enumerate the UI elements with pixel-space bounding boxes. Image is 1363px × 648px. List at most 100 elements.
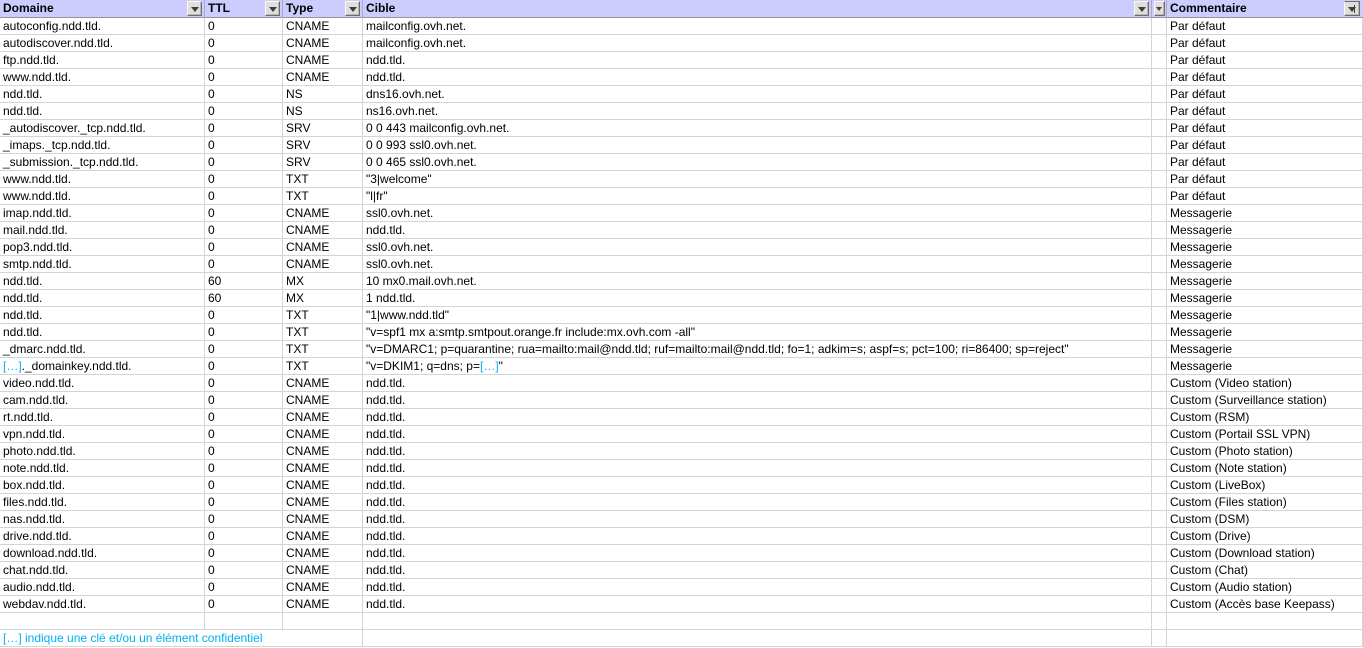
filter-button-type[interactable]	[345, 1, 360, 16]
cell-ttl[interactable]: 0	[205, 103, 283, 120]
cell-ttl[interactable]: 0	[205, 69, 283, 86]
cell-type[interactable]: CNAME	[283, 579, 363, 596]
cell-type[interactable]: SRV	[283, 154, 363, 171]
cell-type[interactable]: CNAME	[283, 460, 363, 477]
cell-extra[interactable]	[1152, 341, 1167, 358]
cell-extra[interactable]	[1152, 222, 1167, 239]
cell-extra[interactable]	[1152, 460, 1167, 477]
cell-ttl[interactable]: 0	[205, 222, 283, 239]
filter-button-domaine[interactable]	[187, 1, 202, 16]
cell-ttl[interactable]: 60	[205, 273, 283, 290]
cell-ttl[interactable]: 0	[205, 239, 283, 256]
cell-cible[interactable]: ndd.tld.	[363, 52, 1152, 69]
cell-extra[interactable]	[1152, 171, 1167, 188]
cell-cible[interactable]: ndd.tld.	[363, 69, 1152, 86]
cell-commentaire[interactable]: Custom (Download station)	[1167, 545, 1363, 562]
cell-extra[interactable]	[1152, 392, 1167, 409]
cell-extra[interactable]	[1152, 273, 1167, 290]
cell-cible[interactable]: 1 ndd.tld.	[363, 290, 1152, 307]
cell-ttl[interactable]: 0	[205, 494, 283, 511]
cell-type[interactable]: CNAME	[283, 545, 363, 562]
cell-type[interactable]: SRV	[283, 120, 363, 137]
cell-ttl[interactable]: 0	[205, 579, 283, 596]
cell-type[interactable]: CNAME	[283, 375, 363, 392]
cell-commentaire[interactable]: Custom (Accès base Keepass)	[1167, 596, 1363, 613]
cell-domaine[interactable]: ndd.tld.	[0, 273, 205, 290]
cell-cible[interactable]: 10 mx0.mail.ovh.net.	[363, 273, 1152, 290]
cell-type[interactable]: CNAME	[283, 256, 363, 273]
cell-ttl[interactable]: 0	[205, 120, 283, 137]
cell-commentaire[interactable]: Custom (Photo station)	[1167, 443, 1363, 460]
cell-cible[interactable]: "3|welcome"	[363, 171, 1152, 188]
cell-cible[interactable]: ssl0.ovh.net.	[363, 239, 1152, 256]
cell-commentaire[interactable]: Messagerie	[1167, 239, 1363, 256]
cell-cible[interactable]: ndd.tld.	[363, 579, 1152, 596]
cell-extra[interactable]	[1152, 52, 1167, 69]
cell-domaine[interactable]: autoconfig.ndd.tld.	[0, 18, 205, 35]
cell-extra[interactable]	[1152, 562, 1167, 579]
cell-type[interactable]: CNAME	[283, 392, 363, 409]
cell-extra[interactable]	[1152, 477, 1167, 494]
cell-extra[interactable]	[1152, 307, 1167, 324]
cell-ttl[interactable]: 0	[205, 171, 283, 188]
cell-type[interactable]: TXT	[283, 171, 363, 188]
cell-cible[interactable]: ndd.tld.	[363, 392, 1152, 409]
cell-ttl[interactable]: 0	[205, 35, 283, 52]
cell-ttl[interactable]: 0	[205, 477, 283, 494]
cell-type[interactable]: CNAME	[283, 52, 363, 69]
cell-extra[interactable]	[1152, 137, 1167, 154]
cell-ttl[interactable]: 0	[205, 154, 283, 171]
cell-domaine[interactable]: ndd.tld.	[0, 103, 205, 120]
column-header-commentaire[interactable]: Commentaire	[1167, 0, 1363, 18]
cell-extra[interactable]	[1152, 188, 1167, 205]
cell-type[interactable]: CNAME	[283, 239, 363, 256]
cell-commentaire[interactable]: Par défaut	[1167, 52, 1363, 69]
cell-ttl[interactable]: 0	[205, 545, 283, 562]
cell-commentaire[interactable]: Custom (Drive)	[1167, 528, 1363, 545]
cell-domaine[interactable]: download.ndd.tld.	[0, 545, 205, 562]
cell-commentaire[interactable]: Par défaut	[1167, 120, 1363, 137]
cell-domaine[interactable]: […]._domainkey.ndd.tld.	[0, 358, 205, 375]
cell-commentaire[interactable]: Par défaut	[1167, 188, 1363, 205]
cell-ttl[interactable]: 0	[205, 511, 283, 528]
cell-ttl[interactable]: 0	[205, 341, 283, 358]
cell-domaine[interactable]: webdav.ndd.tld.	[0, 596, 205, 613]
cell-domaine[interactable]: www.ndd.tld.	[0, 171, 205, 188]
cell-commentaire[interactable]: Custom (Portail SSL VPN)	[1167, 426, 1363, 443]
cell-type[interactable]: CNAME	[283, 222, 363, 239]
cell-commentaire[interactable]: Messagerie	[1167, 324, 1363, 341]
cell-commentaire[interactable]: Messagerie	[1167, 222, 1363, 239]
cell-type[interactable]: CNAME	[283, 69, 363, 86]
cell-ttl[interactable]: 0	[205, 460, 283, 477]
cell-cible[interactable]: ndd.tld.	[363, 409, 1152, 426]
cell-commentaire[interactable]: Messagerie	[1167, 205, 1363, 222]
cell-cible[interactable]: ndd.tld.	[363, 545, 1152, 562]
cell-ttl[interactable]	[205, 613, 283, 630]
cell-extra[interactable]	[1152, 545, 1167, 562]
cell-commentaire[interactable]	[1167, 613, 1363, 630]
cell-commentaire[interactable]: Custom (Files station)	[1167, 494, 1363, 511]
cell-cible[interactable]: dns16.ovh.net.	[363, 86, 1152, 103]
cell-commentaire[interactable]: Messagerie	[1167, 290, 1363, 307]
cell-type[interactable]	[283, 613, 363, 630]
cell-commentaire[interactable]: Custom (LiveBox)	[1167, 477, 1363, 494]
cell-extra[interactable]	[1152, 596, 1167, 613]
filter-button-extra[interactable]	[1154, 1, 1165, 16]
cell-cible[interactable]: ndd.tld.	[363, 596, 1152, 613]
cell-cible[interactable]: 0 0 465 ssl0.ovh.net.	[363, 154, 1152, 171]
cell-cible[interactable]: ndd.tld.	[363, 494, 1152, 511]
cell-domaine[interactable]: box.ndd.tld.	[0, 477, 205, 494]
cell-domaine[interactable]: rt.ndd.tld.	[0, 409, 205, 426]
cell-commentaire[interactable]: Messagerie	[1167, 341, 1363, 358]
cell-commentaire[interactable]: Messagerie	[1167, 307, 1363, 324]
cell-cible[interactable]: ndd.tld.	[363, 443, 1152, 460]
cell-commentaire[interactable]: Custom (RSM)	[1167, 409, 1363, 426]
cell-commentaire[interactable]: Custom (Audio station)	[1167, 579, 1363, 596]
cell-cible[interactable]: "1|www.ndd.tld"	[363, 307, 1152, 324]
cell-ttl[interactable]: 0	[205, 18, 283, 35]
cell-type[interactable]: CNAME	[283, 596, 363, 613]
cell-domaine[interactable]: _dmarc.ndd.tld.	[0, 341, 205, 358]
cell-cible[interactable]: ndd.tld.	[363, 375, 1152, 392]
cell-type[interactable]: CNAME	[283, 528, 363, 545]
cell-type[interactable]: NS	[283, 103, 363, 120]
